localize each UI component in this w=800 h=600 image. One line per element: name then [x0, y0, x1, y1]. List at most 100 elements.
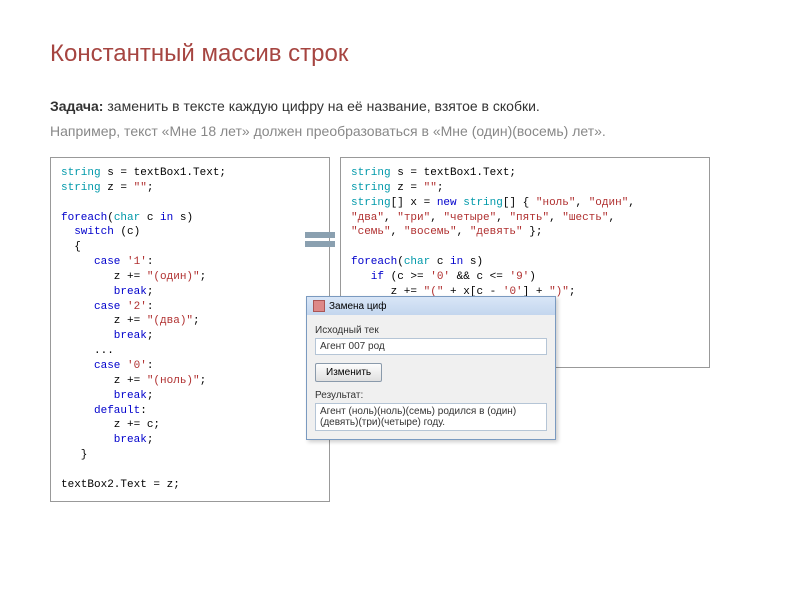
- code-token: '0': [127, 360, 147, 372]
- code-token: ;: [147, 434, 154, 446]
- code-token: foreach: [351, 256, 397, 268]
- code-token: :: [147, 301, 154, 313]
- code-token: char: [114, 212, 140, 224]
- code-token: "четыре": [443, 212, 496, 224]
- code-token: (c): [114, 226, 140, 238]
- code-token: "восемь": [404, 226, 457, 238]
- code-token: ,: [496, 212, 509, 224]
- code-token: '9': [509, 271, 529, 283]
- code-token: case: [61, 301, 127, 313]
- code-token: switch: [61, 226, 114, 238]
- code-token: [] {: [503, 197, 536, 209]
- code-token: "семь": [351, 226, 391, 238]
- code-token: "(два)": [147, 315, 193, 327]
- code-token: '1': [127, 256, 147, 268]
- code-token: string: [463, 197, 503, 209]
- code-token: "один": [589, 197, 629, 209]
- change-button[interactable]: Изменить: [315, 363, 382, 382]
- code-token: ;: [569, 286, 576, 298]
- code-token: "девять": [470, 226, 523, 238]
- code-token: in: [450, 256, 463, 268]
- task-text: заменить в тексте каждую цифру на её наз…: [103, 98, 539, 114]
- code-token: {: [61, 241, 81, 253]
- code-token: in: [160, 212, 173, 224]
- result-label: Результат:: [315, 390, 547, 401]
- code-token: ;: [147, 390, 154, 402]
- app-window: Замена циф Исходный тек Агент 007 род Из…: [306, 296, 556, 440]
- code-token: string: [61, 182, 101, 194]
- code-token: ,: [457, 226, 470, 238]
- code-token: };: [523, 226, 543, 238]
- code-token: ;: [200, 271, 207, 283]
- code-token: '2': [127, 301, 147, 313]
- result-output: Агент (ноль)(ноль)(семь) родился в (один…: [315, 403, 547, 431]
- code-token: :: [147, 256, 154, 268]
- code-token: "": [134, 182, 147, 194]
- code-token: z =: [101, 182, 134, 194]
- code-token: ,: [384, 212, 397, 224]
- code-token: :: [140, 405, 147, 417]
- code-token: s = textBox1.Text;: [391, 167, 516, 179]
- code-token: "два": [351, 212, 384, 224]
- code-token: ,: [549, 212, 562, 224]
- code-token: ,: [608, 212, 615, 224]
- code-token: c: [430, 256, 450, 268]
- code-token: ;: [193, 315, 200, 327]
- code-token: "три": [397, 212, 430, 224]
- code-token: }: [61, 449, 87, 461]
- code-token: (: [107, 212, 114, 224]
- code-token: break: [61, 286, 147, 298]
- code-token: default: [61, 405, 140, 417]
- task-label: Задача:: [50, 98, 103, 114]
- code-left: string s = textBox1.Text; string z = "";…: [50, 157, 330, 502]
- code-token: string: [351, 182, 391, 194]
- task-example: Например, текст «Мне 18 лет» должен прео…: [50, 123, 750, 139]
- code-token: case: [61, 256, 127, 268]
- code-token: c: [140, 212, 160, 224]
- src-label: Исходный тек: [315, 325, 547, 336]
- code-token: '0': [430, 271, 450, 283]
- code-token: s): [173, 212, 193, 224]
- code-token: (: [397, 256, 404, 268]
- code-token: ;: [147, 286, 154, 298]
- code-token: s): [463, 256, 483, 268]
- code-token: "ноль": [536, 197, 576, 209]
- code-token: ...: [61, 345, 114, 357]
- code-token: break: [61, 330, 147, 342]
- code-token: s = textBox1.Text;: [101, 167, 226, 179]
- equals-icon: [305, 232, 335, 247]
- code-token: ,: [430, 212, 443, 224]
- code-token: case: [61, 360, 127, 372]
- code-token: break: [61, 390, 147, 402]
- code-token: ;: [437, 182, 444, 194]
- code-token: "шесть": [562, 212, 608, 224]
- code-token: char: [404, 256, 430, 268]
- code-token: ;: [147, 330, 154, 342]
- code-token: ,: [391, 226, 404, 238]
- code-token: [] x =: [391, 197, 437, 209]
- code-token: break: [61, 434, 147, 446]
- app-title: Замена циф: [329, 301, 386, 312]
- code-token: if: [351, 271, 384, 283]
- code-token: "(один)": [147, 271, 200, 283]
- code-token: ;: [200, 375, 207, 387]
- code-token: string: [61, 167, 101, 179]
- slide-title: Константный массив строк: [50, 40, 750, 68]
- task-line: Задача: заменить в тексте каждую цифру н…: [50, 96, 750, 117]
- code-token: z +=: [61, 271, 147, 283]
- code-token: "пять": [509, 212, 549, 224]
- code-token: "": [424, 182, 437, 194]
- code-token: && c <=: [450, 271, 509, 283]
- code-token: ,: [575, 197, 588, 209]
- code-token: ,: [628, 197, 635, 209]
- code-token: z +=: [61, 315, 147, 327]
- code-token: ): [529, 271, 536, 283]
- code-token: (c >=: [384, 271, 430, 283]
- code-token: ;: [147, 182, 154, 194]
- code-token: z += c;: [61, 419, 160, 431]
- code-token: new: [437, 197, 457, 209]
- code-token: textBox2.Text = z;: [61, 479, 180, 491]
- code-token: string: [351, 167, 391, 179]
- src-input[interactable]: Агент 007 род: [315, 338, 547, 355]
- code-token: :: [147, 360, 154, 372]
